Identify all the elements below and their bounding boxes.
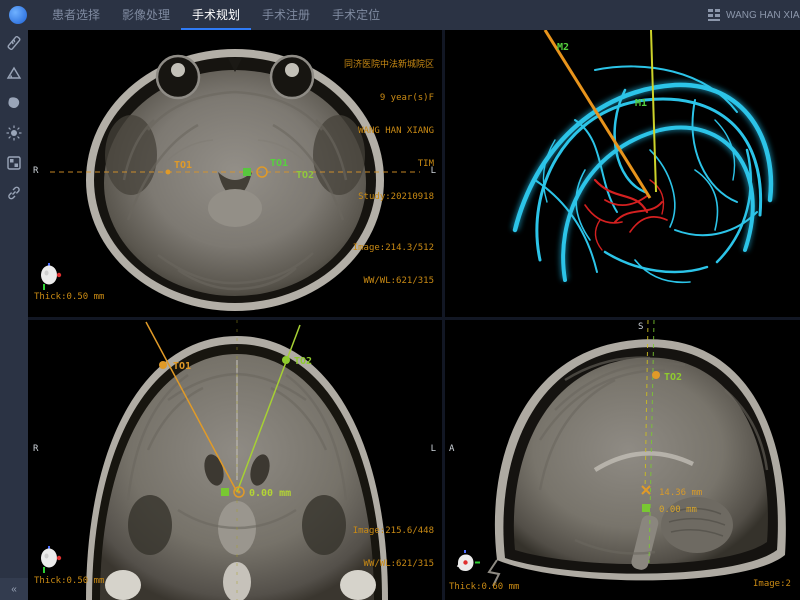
axial-green-label-1: TO1 — [270, 158, 288, 169]
m1-label: M1 — [635, 98, 647, 109]
sagittal-target-marker[interactable] — [642, 504, 650, 512]
viewport-coronal[interactable]: TO1 TO2 0.00 mm R L Thick:0.50 mm Image:… — [28, 320, 442, 600]
trajectory-m1-line[interactable] — [651, 30, 656, 192]
app-logo-icon — [9, 6, 27, 24]
viewport-3d-vessels[interactable]: M2 M1 — [445, 30, 800, 317]
angle-tool-button[interactable] — [0, 60, 28, 90]
user-name: WANG HAN XIANG — [726, 10, 800, 21]
axial-green-label-2: TO2 — [296, 170, 314, 181]
sagittal-distance2-label: 0.00 mm — [659, 505, 697, 515]
coronal-window-level: WW/WL:621/315 — [353, 559, 434, 570]
sagittal-mri-image: TO2 14.36 mm 0.00 mm — [445, 320, 800, 600]
sagittal-thickness: Thick:0.60 mm — [449, 582, 519, 593]
orientation-head-icon — [38, 546, 64, 579]
m2-label: M2 — [557, 42, 569, 53]
top-nav: 患者选择 影像处理 手术规划 手术注册 手术定位 WANG HAN XIANG — [0, 0, 800, 30]
axial-target-marker[interactable] — [243, 168, 251, 176]
coronal-to2-point[interactable] — [282, 356, 290, 364]
axial-image-info: Image:214.3/512 WW/WL:621/315 — [353, 221, 434, 309]
patient-age-sex: 9 year(s)F — [344, 93, 434, 104]
vessel-3d-render: M2 M1 — [445, 30, 800, 317]
coronal-distance-label: 0.00 mm — [249, 488, 291, 499]
user-menu[interactable]: WANG HAN XIANG — [708, 0, 800, 30]
nav-item-surgery-positioning[interactable]: 手术定位 — [321, 0, 391, 30]
patient-name: WANG HAN XIANG — [344, 126, 434, 137]
coronal-image-info: Image:215.6/448 WW/WL:621/315 — [353, 504, 434, 592]
nav-item-patient-select[interactable]: 患者选择 — [41, 0, 111, 30]
patient-info-overlay: 同济医院中法新城院区 9 year(s)F WANG HAN XIANG TIM… — [344, 38, 434, 225]
study-date: Study:20210918 — [344, 192, 434, 203]
sagittal-distance1-label: 14.36 mm — [659, 488, 702, 498]
layout-icon — [6, 155, 22, 176]
hospital-name: 同济医院中法新城院区 — [344, 60, 434, 71]
layout-tool-button[interactable] — [0, 150, 28, 180]
coronal-target-marker[interactable] — [221, 488, 229, 496]
link-icon — [6, 185, 22, 206]
nav-item-image-processing[interactable]: 影像处理 — [111, 0, 181, 30]
axial-to1-label: TO1 — [174, 160, 192, 171]
nav-item-surgery-planning[interactable]: 手术规划 — [181, 0, 251, 30]
nav-menu: 患者选择 影像处理 手术规划 手术注册 手术定位 — [41, 0, 391, 30]
contrast-icon — [6, 125, 22, 146]
axial-orientation-right: L — [431, 166, 436, 176]
coronal-orientation-left: R — [33, 444, 38, 454]
coronal-image-number: Image:215.6/448 — [353, 526, 434, 537]
axial-entry-point-to1[interactable] — [166, 170, 171, 175]
sagittal-to2-point[interactable] — [652, 371, 660, 379]
tools-sidebar: « — [0, 30, 28, 600]
brightness-tool-button[interactable] — [0, 120, 28, 150]
angle-icon — [6, 65, 22, 86]
nav-item-surgery-registration[interactable]: 手术注册 — [251, 0, 321, 30]
segment-icon — [6, 95, 22, 116]
orientation-head-icon — [453, 550, 481, 583]
sagittal-image-number: Image:2 — [753, 579, 791, 590]
sagittal-orientation-top: S — [638, 322, 643, 332]
surgical-planning-app: 患者选择 影像处理 手术规划 手术注册 手术定位 WANG HAN XIANG — [0, 0, 800, 600]
sagittal-to2-label: TO2 — [664, 372, 682, 383]
axial-thickness: Thick:0.50 mm — [34, 292, 104, 303]
sagittal-orientation-left: A — [449, 444, 454, 454]
axial-orientation-left: R — [33, 166, 38, 176]
sequence-name: TIM — [344, 159, 434, 170]
ruler-tool-button[interactable] — [0, 30, 28, 60]
trajectory-m2-line[interactable] — [545, 30, 650, 198]
coronal-orientation-right: L — [431, 444, 436, 454]
viewport-axial[interactable]: TO1 TO1 TO2 同济医院中法新城院区 9 year(s)F WANG H… — [28, 30, 442, 317]
coronal-thickness: Thick:0.50 mm — [34, 576, 104, 587]
ruler-icon — [6, 35, 22, 56]
grid-icon — [708, 9, 720, 21]
collapse-sidebar-button[interactable]: « — [0, 578, 28, 600]
segmentation-tool-button[interactable] — [0, 90, 28, 120]
link-views-tool-button[interactable] — [0, 180, 28, 210]
coronal-to1-label: TO1 — [173, 361, 191, 372]
axial-window-level: WW/WL:621/315 — [353, 276, 434, 287]
axial-image-number: Image:214.3/512 — [353, 243, 434, 254]
coronal-to1-point[interactable] — [159, 361, 167, 369]
coronal-to2-label: TO2 — [294, 356, 312, 367]
viewport-sagittal[interactable]: TO2 14.36 mm 0.00 mm A S Thick:0.60 mm I… — [445, 320, 800, 600]
